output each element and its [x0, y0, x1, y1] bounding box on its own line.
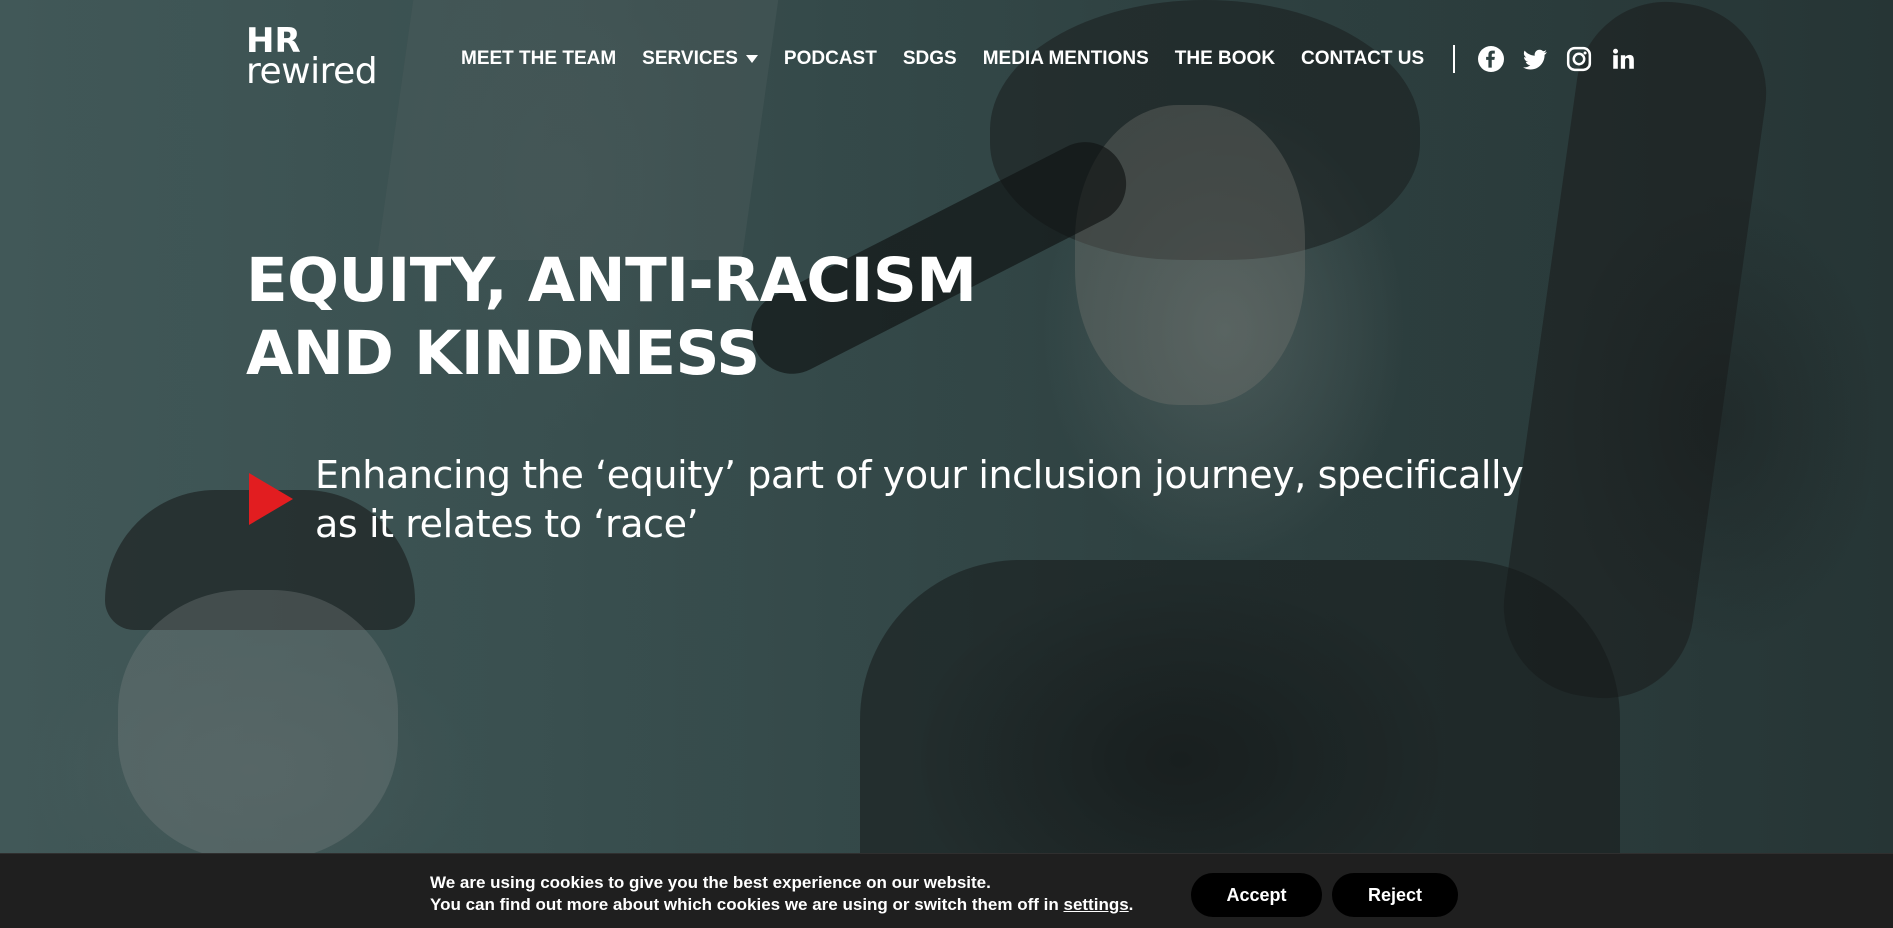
cookie-line-2: You can find out more about which cookie…: [430, 894, 1133, 916]
cookie-banner: We are using cookies to give you the bes…: [0, 853, 1893, 928]
hero-title: EQUITY, ANTI-RACISM AND KINDNESS: [246, 244, 977, 390]
cookie-message: We are using cookies to give you the bes…: [430, 872, 1133, 916]
nav-meet-the-team[interactable]: MEET THE TEAM: [461, 48, 616, 70]
cookie-line-1: We are using cookies to give you the bes…: [430, 873, 991, 892]
nav-sdgs[interactable]: SDGS: [903, 48, 957, 70]
instagram-icon[interactable]: [1566, 46, 1592, 72]
hero-subtitle-text: Enhancing the ‘equity’ part of your incl…: [315, 451, 1695, 549]
facebook-icon[interactable]: [1478, 46, 1505, 72]
linkedin-icon[interactable]: [1610, 46, 1636, 72]
cookie-line-2-suffix: .: [1128, 895, 1134, 914]
reject-cookies-button[interactable]: Reject: [1332, 873, 1458, 917]
hero-subtitle-line-2: as it relates to ‘race’: [315, 502, 699, 546]
cookie-line-2-prefix: You can find out more about which cookie…: [430, 895, 1064, 914]
nav-the-book[interactable]: THE BOOK: [1175, 48, 1275, 70]
main-navigation: MEET THE TEAM SERVICES PODCAST SDGS MEDI…: [461, 45, 1654, 73]
accept-cookies-button[interactable]: Accept: [1191, 873, 1322, 917]
twitter-icon[interactable]: [1522, 46, 1548, 72]
nav-podcast[interactable]: PODCAST: [784, 48, 877, 70]
cookie-settings-link[interactable]: settings: [1063, 895, 1128, 914]
social-links: [1478, 46, 1654, 72]
play-triangle-icon: [249, 473, 293, 525]
chevron-down-icon: [745, 55, 758, 63]
logo-line-2: rewired: [246, 51, 378, 92]
nav-services[interactable]: SERVICES: [642, 48, 758, 70]
hero-title-line-2: AND KINDNESS: [246, 318, 760, 389]
hero-title-line-1: EQUITY, ANTI-RACISM: [246, 245, 977, 316]
hero-subtitle-line-1: Enhancing the ‘equity’ part of your incl…: [315, 453, 1524, 497]
nav-media-mentions[interactable]: MEDIA MENTIONS: [983, 48, 1149, 70]
site-header: HR rewired MEET THE TEAM SERVICES PODCAS…: [0, 0, 1893, 120]
hr-rewired-logo[interactable]: HR rewired: [246, 24, 396, 96]
nav-contact-us[interactable]: CONTACT US: [1301, 48, 1424, 70]
nav-divider: [1453, 45, 1456, 73]
man-face-shape: [118, 590, 398, 860]
